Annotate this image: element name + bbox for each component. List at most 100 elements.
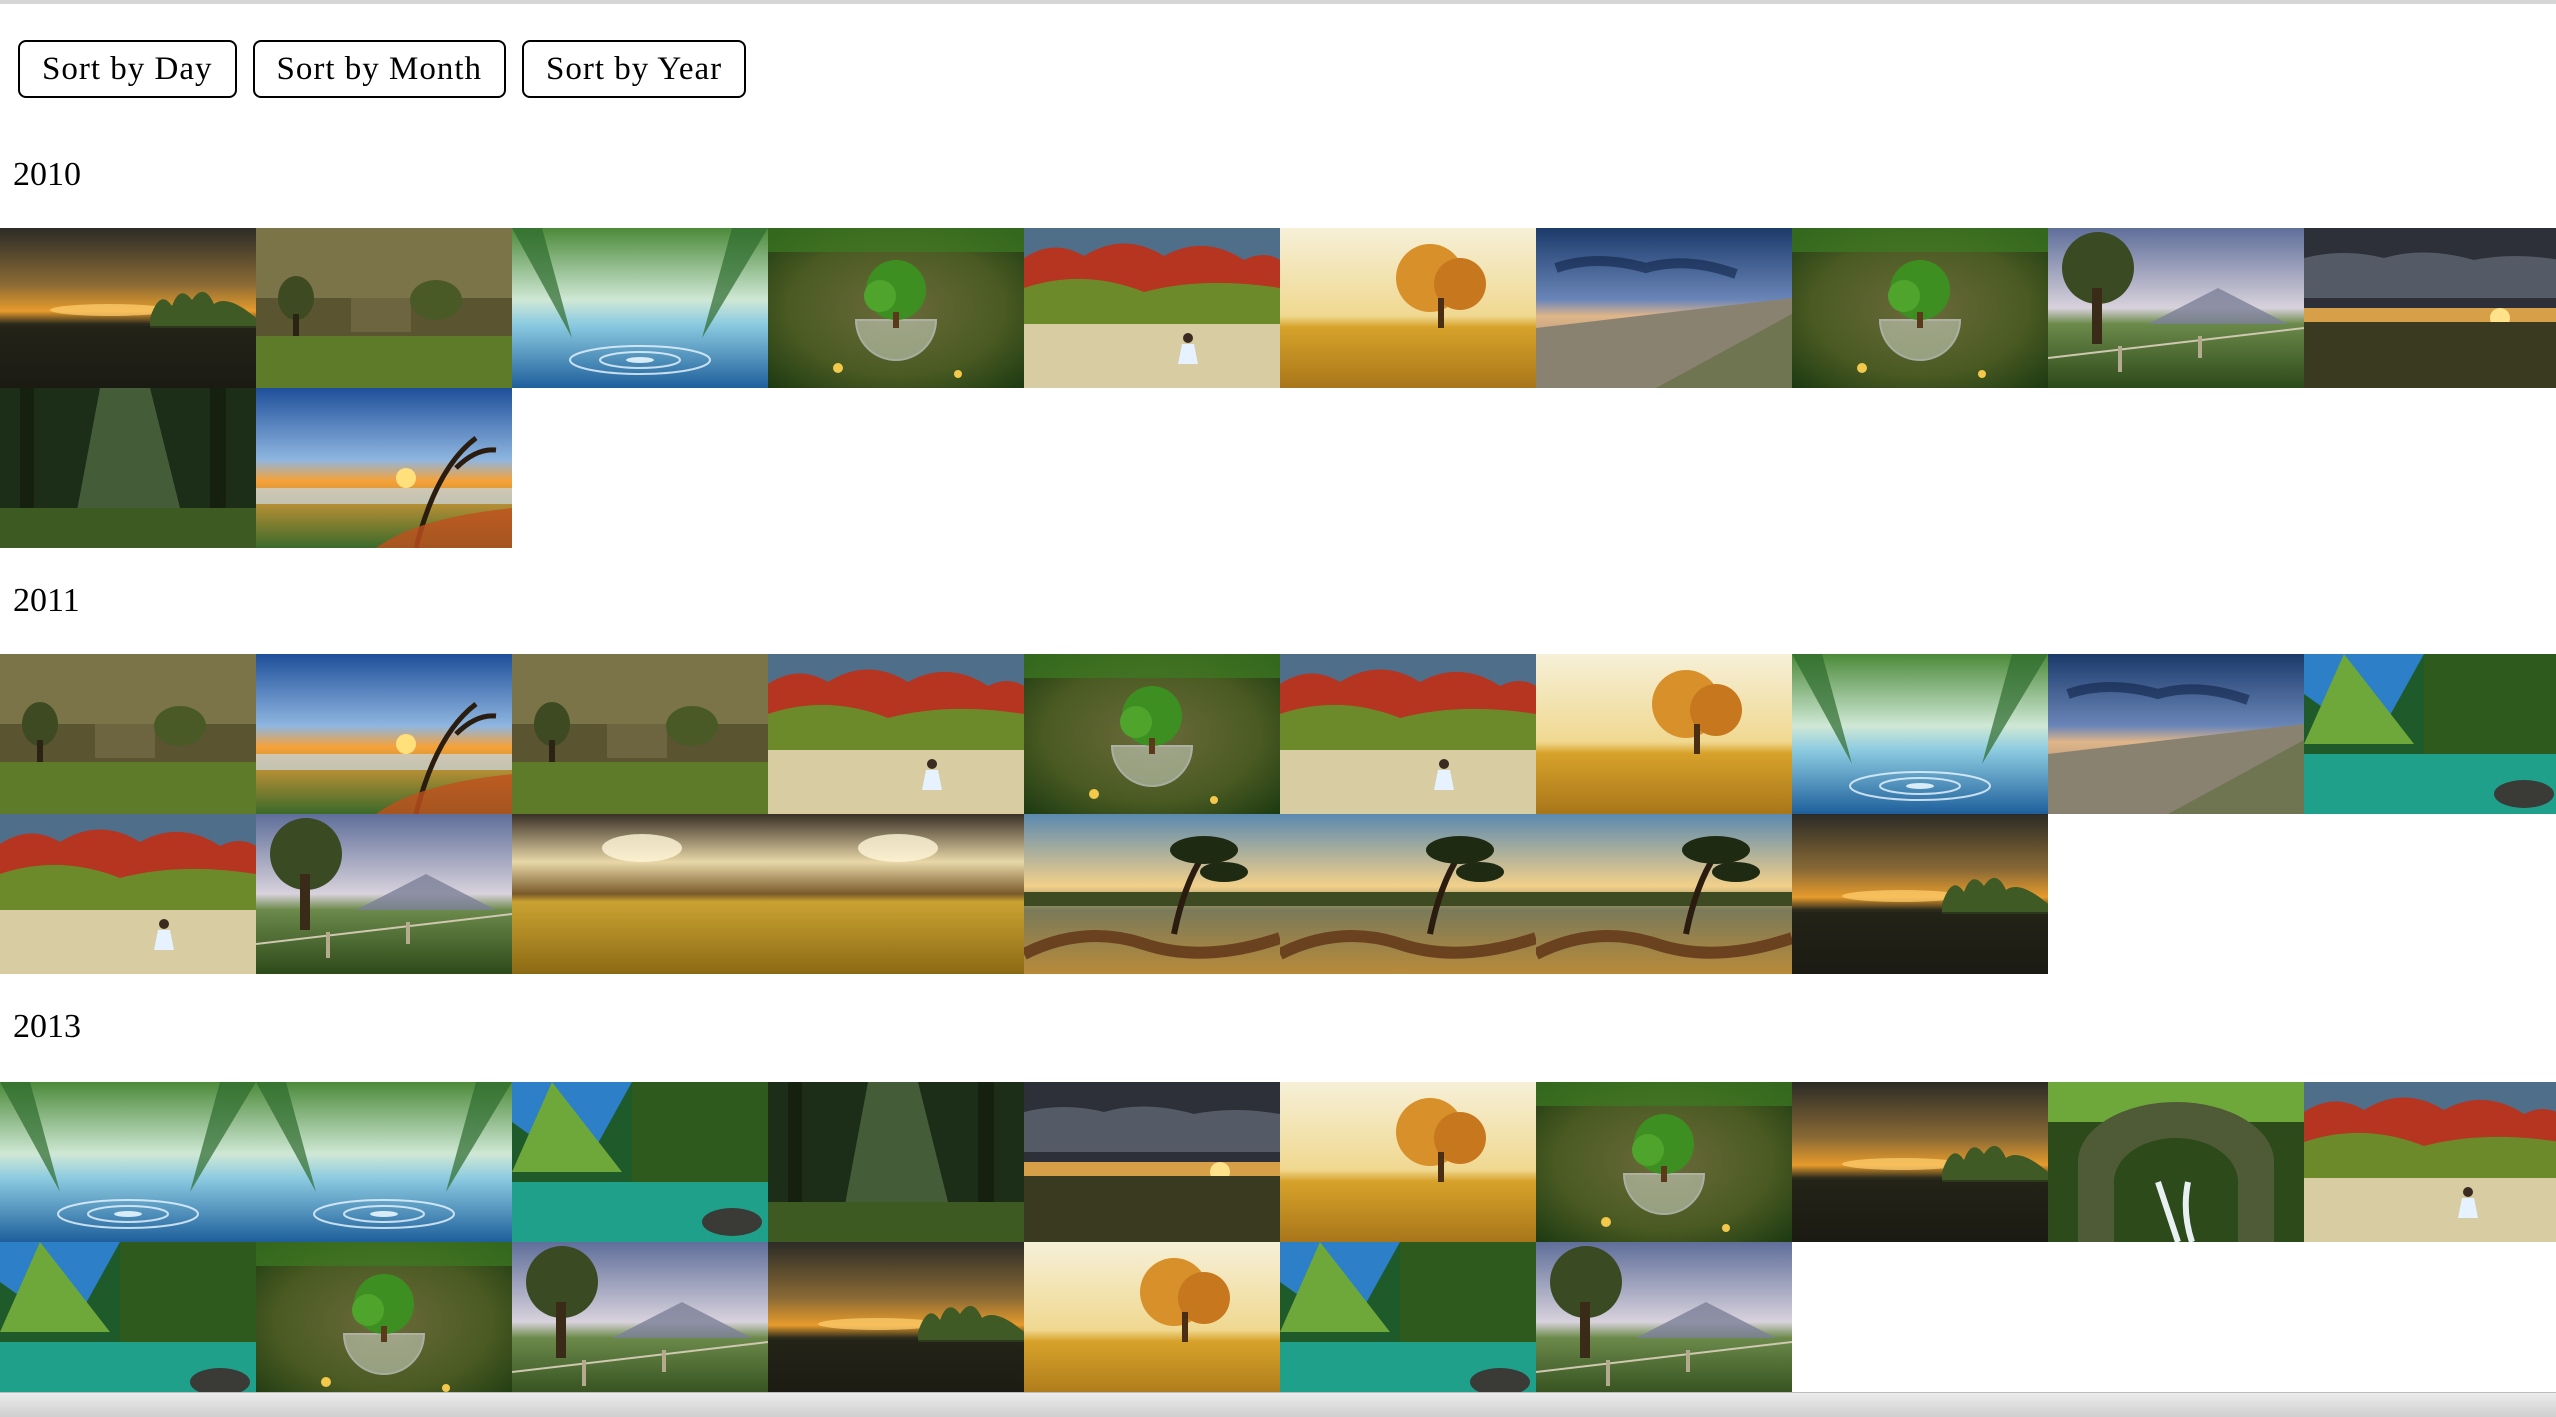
window-top-border <box>0 0 2556 4</box>
photo-thumbnail[interactable] <box>512 654 768 814</box>
year-heading-2011: 2011 <box>13 582 80 619</box>
landscape-photo <box>1792 814 2048 974</box>
photo-thumbnail[interactable] <box>2048 228 2304 388</box>
landscape-photo <box>1024 654 1280 814</box>
landscape-photo <box>256 814 512 974</box>
landscape-photo <box>0 814 256 974</box>
photo-thumbnail[interactable] <box>256 814 512 974</box>
photo-thumbnail[interactable] <box>1280 814 1536 974</box>
photo-thumbnail[interactable] <box>256 1242 512 1402</box>
photo-thumbnail[interactable] <box>1280 1082 1536 1242</box>
photo-thumbnail[interactable] <box>512 814 768 974</box>
sort-toolbar: Sort by Day Sort by Month Sort by Year <box>18 40 747 98</box>
landscape-photo <box>1536 1242 1792 1402</box>
photo-thumbnail[interactable] <box>1024 814 1280 974</box>
landscape-photo <box>0 388 256 548</box>
photo-thumbnail[interactable] <box>1280 1242 1536 1402</box>
photo-thumbnail[interactable] <box>256 1082 512 1242</box>
photo-thumbnail[interactable] <box>1536 1242 1792 1402</box>
landscape-photo <box>768 814 1024 974</box>
photo-thumbnail[interactable] <box>1536 654 1792 814</box>
photo-grid-2013 <box>0 1082 2556 1402</box>
photo-thumbnail[interactable] <box>512 228 768 388</box>
landscape-photo <box>0 654 256 814</box>
landscape-photo <box>2048 654 2304 814</box>
landscape-photo <box>256 388 512 548</box>
photo-thumbnail[interactable] <box>2048 1082 2304 1242</box>
photo-thumbnail[interactable] <box>512 1242 768 1402</box>
photo-thumbnail[interactable] <box>0 1082 256 1242</box>
landscape-photo <box>0 228 256 388</box>
photo-thumbnail[interactable] <box>0 814 256 974</box>
landscape-photo <box>1280 1242 1536 1402</box>
landscape-photo <box>1536 1082 1792 1242</box>
landscape-photo <box>1536 654 1792 814</box>
photo-thumbnail[interactable] <box>512 1082 768 1242</box>
photo-thumbnail[interactable] <box>0 1242 256 1402</box>
landscape-photo <box>1792 228 2048 388</box>
photo-thumbnail[interactable] <box>768 1242 1024 1402</box>
photo-thumbnail[interactable] <box>0 654 256 814</box>
window-bottom-edge <box>0 1392 2556 1417</box>
landscape-photo <box>0 1242 256 1402</box>
landscape-photo <box>768 228 1024 388</box>
photo-thumbnail[interactable] <box>2304 654 2556 814</box>
photo-thumbnail[interactable] <box>256 228 512 388</box>
landscape-photo <box>512 228 768 388</box>
landscape-photo <box>1024 1082 1280 1242</box>
landscape-photo <box>1792 1082 2048 1242</box>
year-heading-2010: 2010 <box>13 156 81 193</box>
year-heading-2013: 2013 <box>13 1008 81 1045</box>
landscape-photo <box>2304 228 2556 388</box>
photo-thumbnail[interactable] <box>768 814 1024 974</box>
photo-thumbnail[interactable] <box>1024 1242 1280 1402</box>
photo-thumbnail[interactable] <box>1280 228 1536 388</box>
photo-thumbnail[interactable] <box>256 654 512 814</box>
landscape-photo <box>768 654 1024 814</box>
photo-thumbnail[interactable] <box>256 388 512 548</box>
sort-by-day-button[interactable]: Sort by Day <box>18 40 237 98</box>
landscape-photo <box>768 1082 1024 1242</box>
photo-thumbnail[interactable] <box>1536 1082 1792 1242</box>
photo-thumbnail[interactable] <box>1536 814 1792 974</box>
landscape-photo <box>256 1082 512 1242</box>
photo-thumbnail[interactable] <box>2304 1082 2556 1242</box>
photo-thumbnail[interactable] <box>2304 228 2556 388</box>
photo-thumbnail[interactable] <box>768 228 1024 388</box>
photo-thumbnail[interactable] <box>0 228 256 388</box>
landscape-photo <box>1536 814 1792 974</box>
sort-by-year-button[interactable]: Sort by Year <box>522 40 747 98</box>
landscape-photo <box>2048 1082 2304 1242</box>
photo-thumbnail[interactable] <box>2048 654 2304 814</box>
landscape-photo <box>1280 1082 1536 1242</box>
landscape-photo <box>1024 1242 1280 1402</box>
landscape-photo <box>768 1242 1024 1402</box>
photo-thumbnail[interactable] <box>1536 228 1792 388</box>
photo-thumbnail[interactable] <box>1024 228 1280 388</box>
photo-thumbnail[interactable] <box>0 388 256 548</box>
photo-thumbnail[interactable] <box>1792 228 2048 388</box>
photo-thumbnail[interactable] <box>1792 814 2048 974</box>
photo-grid-2010 <box>0 228 2556 548</box>
landscape-photo <box>256 1242 512 1402</box>
photo-thumbnail[interactable] <box>768 1082 1024 1242</box>
landscape-photo <box>1024 814 1280 974</box>
landscape-photo <box>1280 654 1536 814</box>
sort-by-month-button[interactable]: Sort by Month <box>252 40 507 98</box>
photo-thumbnail[interactable] <box>1792 654 2048 814</box>
landscape-photo <box>256 654 512 814</box>
landscape-photo <box>512 814 768 974</box>
photo-thumbnail[interactable] <box>1280 654 1536 814</box>
landscape-photo <box>1792 654 2048 814</box>
landscape-photo <box>1536 228 1792 388</box>
photo-thumbnail[interactable] <box>1792 1082 2048 1242</box>
landscape-photo <box>2048 228 2304 388</box>
landscape-photo <box>512 654 768 814</box>
landscape-photo <box>1024 228 1280 388</box>
photo-thumbnail[interactable] <box>768 654 1024 814</box>
landscape-photo <box>2304 654 2556 814</box>
photo-grid-2011 <box>0 654 2556 974</box>
photo-thumbnail[interactable] <box>1024 1082 1280 1242</box>
landscape-photo <box>2304 1082 2556 1242</box>
photo-thumbnail[interactable] <box>1024 654 1280 814</box>
